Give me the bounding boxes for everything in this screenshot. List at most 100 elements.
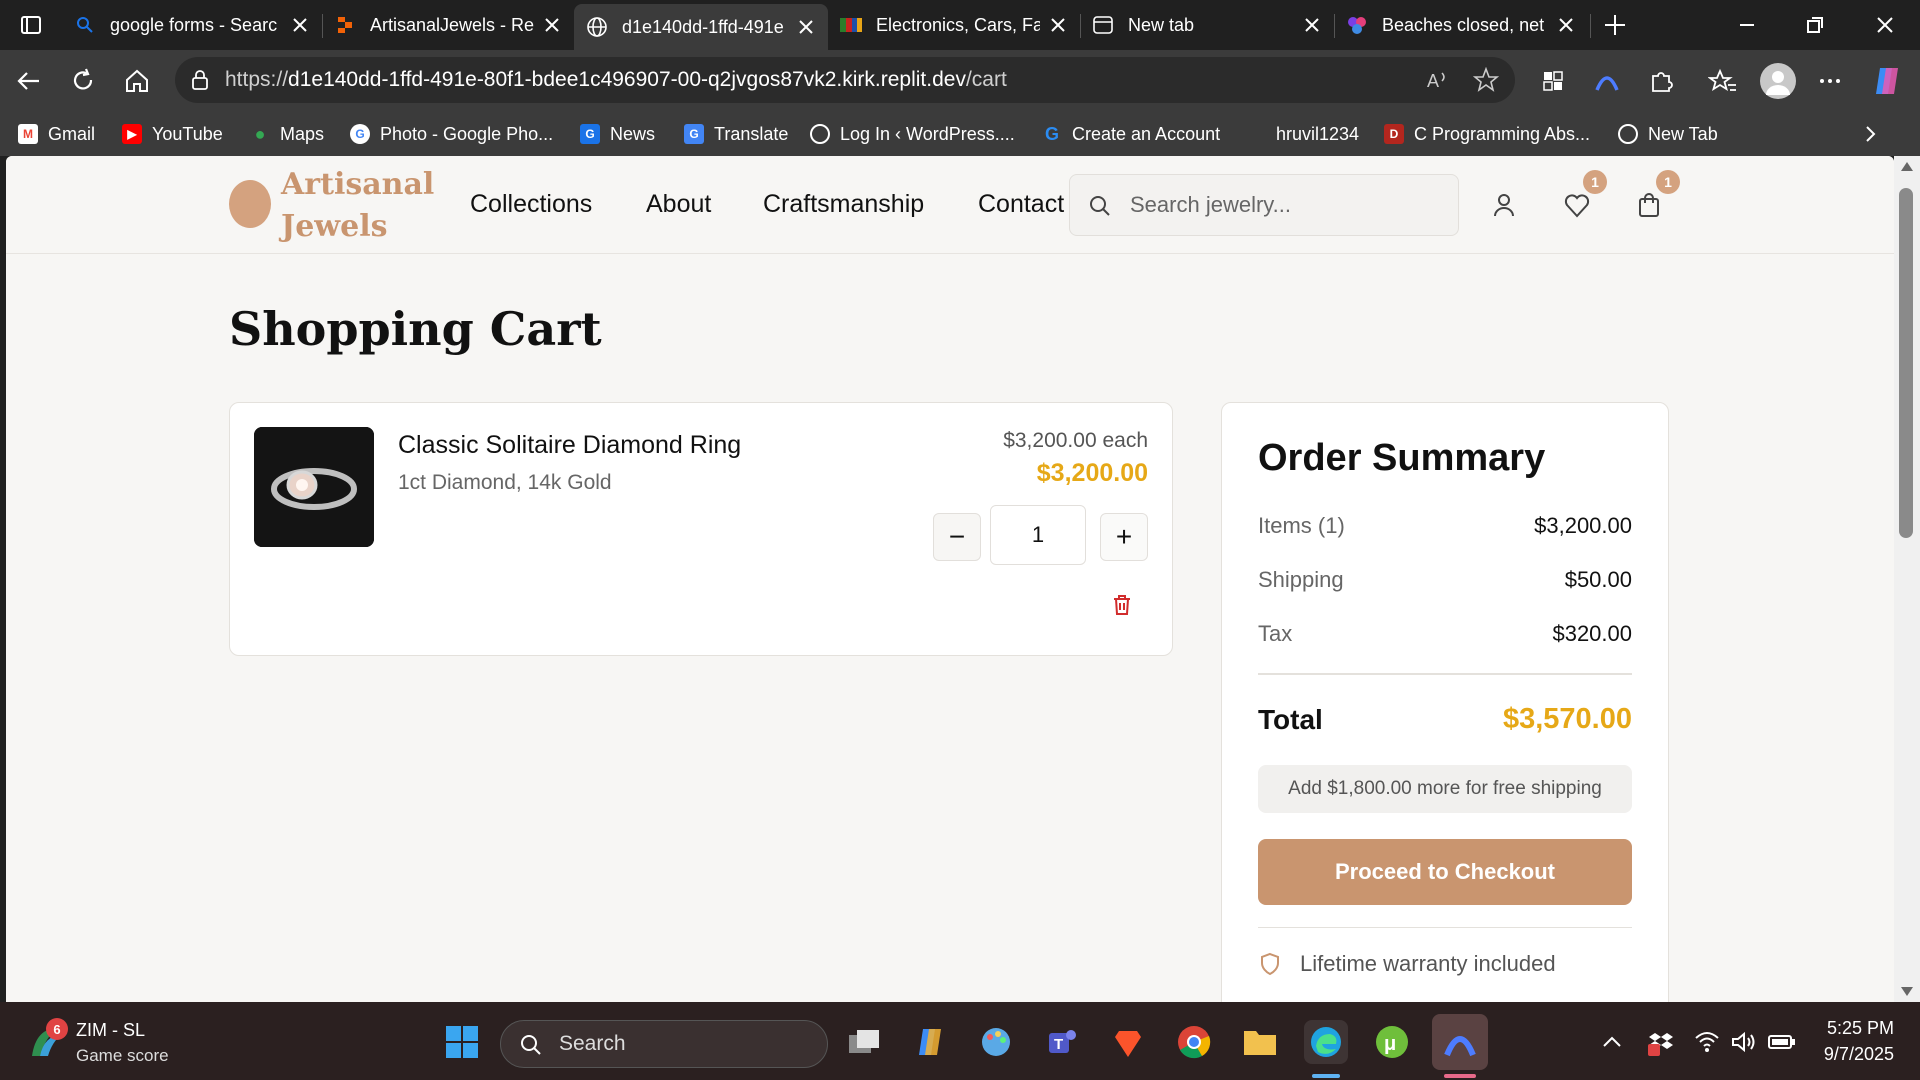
- close-tab-icon[interactable]: [1048, 15, 1068, 35]
- copilot-app[interactable]: [908, 1020, 952, 1064]
- quantity-increase-button[interactable]: +: [1100, 513, 1148, 561]
- translate-ext-icon[interactable]: [1538, 66, 1568, 96]
- tab-title: Electronics, Cars, Fas: [876, 14, 1040, 35]
- nav-about[interactable]: About: [646, 190, 711, 219]
- nav-craftsmanship[interactable]: Craftsmanship: [763, 190, 924, 219]
- copilot-icon[interactable]: [1870, 64, 1904, 98]
- tab-new-tab[interactable]: New tab: [1080, 6, 1334, 44]
- bookmark-create-account[interactable]: G Create an Account: [1042, 120, 1220, 148]
- refresh-icon[interactable]: [68, 66, 98, 96]
- bookmark-youtube[interactable]: ▶ YouTube: [122, 120, 223, 148]
- bookmarks-bar: M Gmail ▶ YouTube ● Maps G Photo - Google Ph…: [0, 112, 1920, 156]
- bookmark-c-programming[interactable]: D C Programming Abs...: [1384, 120, 1590, 148]
- edge-icon: [1311, 1027, 1341, 1057]
- clock-time[interactable]: 5:25 PM: [1816, 1018, 1894, 1039]
- read-aloud-icon[interactable]: A: [1425, 67, 1451, 93]
- url-bar[interactable]: https://d1e140dd-1ffd-491e-80f1-bdee1c49…: [175, 57, 1515, 103]
- brand-logo[interactable]: Artisanal Jewels: [281, 164, 434, 248]
- proceed-to-checkout-button[interactable]: Proceed to Checkout: [1258, 839, 1632, 905]
- utorrent-app[interactable]: μ: [1370, 1020, 1414, 1064]
- nav-contact[interactable]: Contact: [978, 190, 1064, 219]
- favorite-star-icon[interactable]: [1473, 67, 1499, 93]
- arc-app[interactable]: [1432, 1014, 1488, 1070]
- quantity-value[interactable]: 1: [990, 505, 1086, 565]
- start-button[interactable]: [440, 1020, 484, 1064]
- arc-icon: [1444, 1036, 1476, 1057]
- close-tab-icon[interactable]: [796, 17, 816, 37]
- tab-electronics-store[interactable]: Electronics, Cars, Fas: [828, 6, 1080, 44]
- favorites-icon[interactable]: [1708, 66, 1738, 96]
- teams-app[interactable]: T: [1040, 1020, 1084, 1064]
- product-name[interactable]: Classic Solitaire Diamond Ring: [398, 431, 741, 460]
- brand-line-2: Jewels: [281, 209, 388, 244]
- edge-app[interactable]: [1304, 1020, 1348, 1064]
- show-hidden-icons-chevron-up-icon[interactable]: [1600, 1032, 1624, 1052]
- tab-actions-icon[interactable]: [16, 10, 46, 40]
- more-menu-icon[interactable]: [1815, 66, 1845, 96]
- volume-icon[interactable]: [1730, 1030, 1758, 1054]
- remove-trash-icon[interactable]: [1110, 593, 1134, 617]
- minimize-icon[interactable]: [1732, 10, 1762, 40]
- arc-extension-icon[interactable]: [1592, 66, 1622, 96]
- close-tab-icon[interactable]: [290, 15, 310, 35]
- bookmark-google-photos[interactable]: G Photo - Google Pho...: [350, 120, 553, 148]
- profile-avatar[interactable]: [1760, 63, 1796, 99]
- free-shipping-note: Add $1,800.00 more for free shipping: [1258, 765, 1632, 813]
- order-summary-title: Order Summary: [1258, 437, 1546, 479]
- wifi-icon[interactable]: [1694, 1030, 1720, 1054]
- globe-icon: [1618, 124, 1638, 144]
- tab-current-cart[interactable]: d1e140dd-1ffd-491e: [574, 4, 828, 50]
- file-explorer-app[interactable]: [1238, 1020, 1282, 1064]
- chrome-app[interactable]: [1172, 1020, 1216, 1064]
- dropbox-icon[interactable]: [1648, 1030, 1674, 1056]
- extensions-puzzle-icon[interactable]: [1646, 66, 1676, 96]
- bookmark-news[interactable]: G News: [580, 120, 655, 148]
- product-image[interactable]: [254, 427, 374, 547]
- bookmark-gmail[interactable]: M Gmail: [18, 120, 95, 148]
- taskbar-search[interactable]: Search: [500, 1020, 828, 1068]
- widget-title[interactable]: ZIM - SL: [76, 1020, 145, 1041]
- account-icon: G: [1044, 123, 1059, 144]
- chevron-right-icon[interactable]: [1858, 122, 1882, 146]
- close-window-icon[interactable]: [1870, 10, 1900, 40]
- total-label: Total: [1258, 703, 1323, 735]
- bookmark-new-tab[interactable]: New Tab: [1618, 120, 1718, 148]
- close-tab-icon[interactable]: [1302, 15, 1322, 35]
- home-icon[interactable]: [122, 66, 152, 96]
- tab-title: New tab: [1128, 14, 1195, 35]
- back-arrow-icon[interactable]: [14, 66, 44, 96]
- close-tab-icon[interactable]: [1556, 15, 1576, 35]
- close-tab-icon[interactable]: [542, 15, 562, 35]
- account-user-icon[interactable]: [1489, 190, 1519, 220]
- maps-icon: ●: [254, 123, 266, 144]
- windows-logo-icon: [446, 1026, 478, 1058]
- bookmark-maps[interactable]: ● Maps: [250, 120, 324, 148]
- youtube-icon: ▶: [122, 124, 142, 144]
- task-view-button[interactable]: [842, 1020, 886, 1064]
- battery-icon[interactable]: [1766, 1030, 1796, 1054]
- tab-artisanal-jewels-replit[interactable]: ArtisanalJewels - Rep: [322, 6, 574, 44]
- cart-bag-icon[interactable]: [1634, 190, 1664, 220]
- clock-date[interactable]: 9/7/2025: [1806, 1044, 1894, 1065]
- paint-app[interactable]: [974, 1020, 1018, 1064]
- logo-mark[interactable]: [229, 180, 271, 228]
- bookmark-translate[interactable]: G Translate: [684, 120, 788, 148]
- widget-subtitle[interactable]: Game score: [76, 1046, 169, 1066]
- nav-collections[interactable]: Collections: [470, 190, 592, 219]
- brave-app[interactable]: [1106, 1020, 1150, 1064]
- scroll-down-arrow-icon[interactable]: [1900, 986, 1914, 998]
- scroll-up-arrow-icon[interactable]: [1900, 160, 1914, 172]
- site-info-lock-icon[interactable]: [189, 69, 211, 91]
- tab-beaches-news[interactable]: Beaches closed, net: [1334, 6, 1588, 44]
- wishlist-heart-icon[interactable]: [1562, 190, 1592, 220]
- edge-active-indicator: [1312, 1074, 1340, 1078]
- scrollbar-thumb[interactable]: [1899, 188, 1913, 538]
- bookmark-wordpress[interactable]: Log In ‹ WordPress....: [810, 120, 1015, 148]
- search-icon: [521, 1035, 541, 1055]
- tab-google-forms[interactable]: google forms - Searc: [62, 6, 322, 44]
- quantity-decrease-button[interactable]: −: [933, 513, 981, 561]
- search-input[interactable]: Search jewelry...: [1069, 174, 1459, 236]
- new-tab-plus-icon[interactable]: [1600, 10, 1630, 40]
- bookmark-hruvil1234[interactable]: hruvil1234: [1276, 120, 1359, 148]
- restore-icon[interactable]: [1800, 10, 1830, 40]
